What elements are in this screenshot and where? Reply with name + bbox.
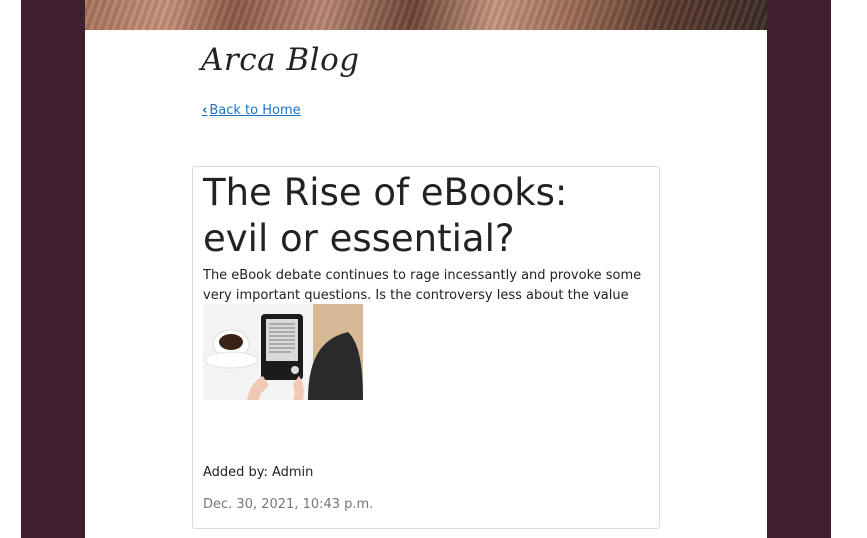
back-to-home-link[interactable]: ‹ Back to Home [202,103,301,118]
header-banner-image [85,0,767,30]
ereader-photo-icon [203,304,363,400]
blog-title: Arca Blog [201,42,360,78]
post-author: Added by: Admin [203,465,313,480]
post-date: Dec. 30, 2021, 10:43 p.m. [203,497,374,512]
excerpt-line: The eBook debate continues to rage inces… [203,268,642,283]
post-title[interactable]: The Rise of eBooks: evil or essential? [203,170,643,262]
back-link-label: Back to Home [209,103,301,118]
author-name: Admin [271,465,314,480]
post-card[interactable]: The Rise of eBooks: evil or essential? T… [192,166,660,529]
author-label: Added by: [203,465,268,480]
page-content: Arca Blog ‹ Back to Home The Rise of eBoo… [85,30,767,538]
post-thumbnail[interactable] [203,304,363,400]
chevron-left-icon: ‹ [202,103,208,118]
